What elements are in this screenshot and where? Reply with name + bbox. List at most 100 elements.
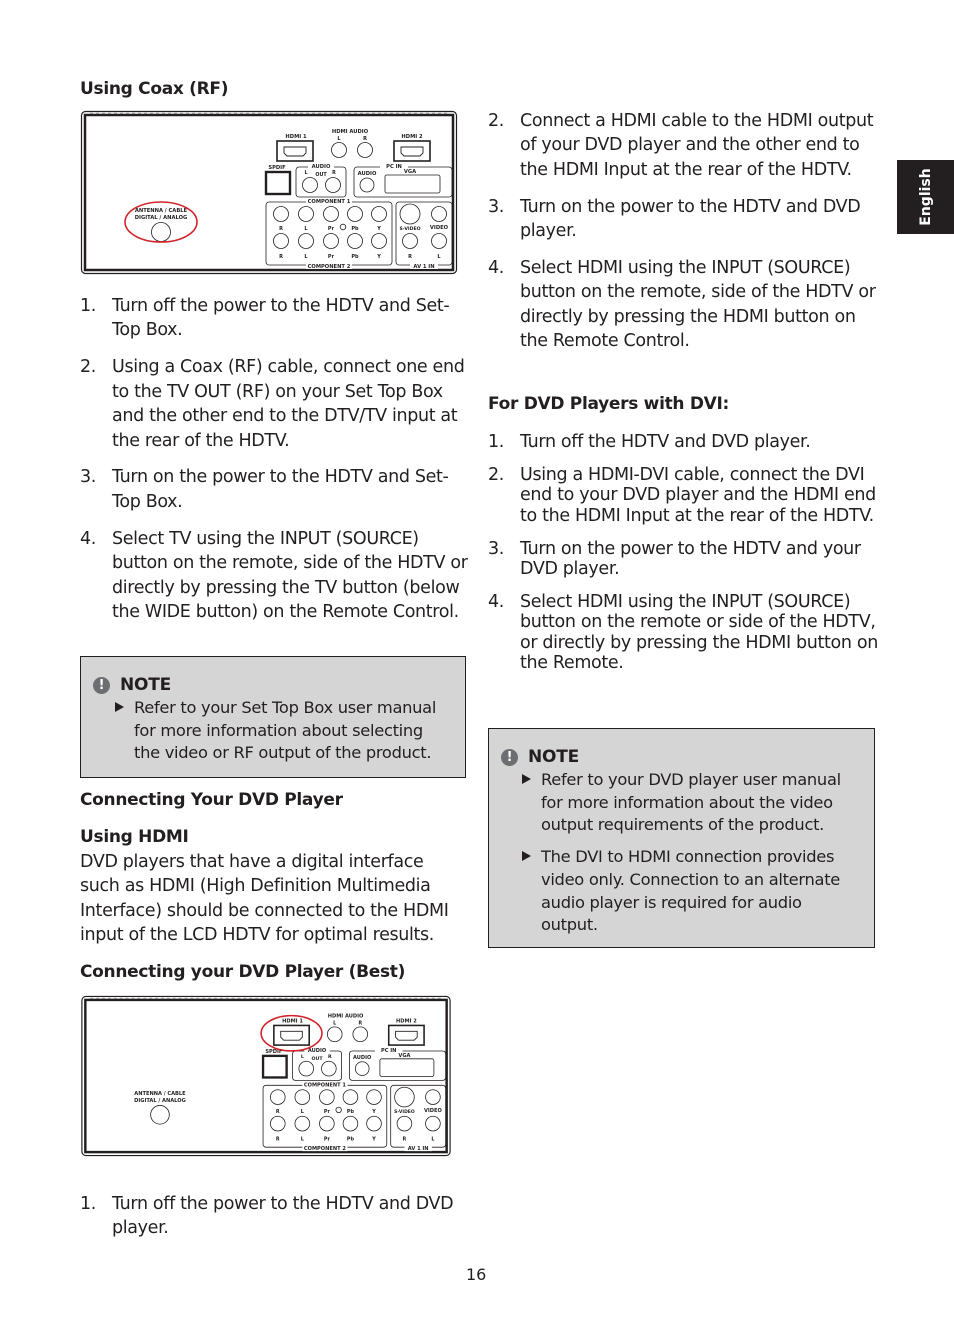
triangle-bullet-icon: [522, 774, 531, 784]
coax-step: 1. Turn off the power to the HDTV and Set…: [80, 294, 470, 343]
svideo-label: S-VIDEO: [399, 226, 420, 232]
component1-jack: [366, 1089, 382, 1105]
av1-r-label: R: [408, 254, 412, 260]
hdmi2-label: HDMI 2: [401, 134, 423, 140]
step-text: Using a HDMI-DVI cable, connect the DVI …: [520, 465, 876, 526]
hdmi-audio-r-jack: [352, 1026, 369, 1043]
component1-jack-label: Pr: [328, 226, 335, 232]
step-text: Turn on the power to the HDTV and your D…: [520, 538, 861, 580]
component1-jack: [323, 206, 339, 222]
av1-in-label: AV 1 IN: [408, 1146, 429, 1152]
step-number: 1.: [488, 432, 504, 452]
hdmi2-label: HDMI 2: [396, 1018, 417, 1024]
dvi-heading: For DVD Players with DVI:: [488, 394, 730, 414]
dvd-heading: Connecting Your DVD Player: [80, 790, 343, 810]
av1-r-jack: [402, 233, 418, 249]
component2-jack-label: R: [276, 1136, 280, 1142]
component1-jack-label: Pr: [324, 1109, 331, 1115]
note-box-dvd: ! NOTE Refer to your DVD player user man…: [488, 728, 875, 948]
vga-label: VGA: [398, 1053, 410, 1059]
step-number: 4.: [80, 528, 96, 549]
best-step-list: 1. Turn off the power to the HDTV and DVD…: [80, 1192, 480, 1241]
step-text: Turn off the HDTV and DVD player.: [520, 432, 811, 452]
video-jack: [425, 1089, 441, 1105]
hdmi-audio-l-jack: [331, 142, 347, 158]
vga-label: VGA: [404, 169, 416, 175]
component1-jack-label: Pb: [351, 226, 359, 232]
hdmi-audio-r-label: R: [358, 1020, 362, 1026]
hdmi-step: 2. Connect a HDMI cable to the HDMI outpu…: [488, 109, 880, 182]
pc-audio-label: AUDIO: [353, 1055, 372, 1061]
component2-jack-label: Y: [371, 1136, 376, 1142]
pc-in-label: PC IN: [386, 164, 402, 170]
best-steps: 1. Turn off the power to the HDTV and DVD…: [80, 1192, 480, 1253]
hdmi-audio-l-label: L: [333, 1020, 336, 1026]
vga-port: [379, 1058, 435, 1077]
exclamation-icon: !: [93, 676, 110, 694]
coax-step-list: 1. Turn off the power to the HDTV and Set…: [80, 294, 470, 624]
language-tab: English: [897, 160, 954, 234]
component2-jack-label: Pb: [351, 254, 359, 260]
step-text: Connect a HDMI cable to the HDMI output …: [520, 111, 874, 180]
component2-jack: [294, 1115, 311, 1132]
svideo-jack: [394, 1086, 415, 1108]
component1-jack: [273, 206, 289, 222]
step-text: Select TV using the INPUT (SOURCE) butto…: [112, 528, 468, 622]
step-number: 4.: [488, 258, 504, 279]
language-tab-label: English: [917, 168, 934, 226]
hdmi-steps: 2. Connect a HDMI cable to the HDMI outpu…: [488, 109, 880, 366]
best-heading: Connecting your DVD Player (Best): [80, 962, 406, 982]
av1-l-jack: [431, 233, 447, 249]
audio-out-label: AUDIO: [308, 1048, 327, 1054]
step-text: Turn off the power to the HDTV and Set-T…: [112, 296, 450, 341]
component1-label: COMPONENT 1: [304, 1082, 346, 1088]
note-item-text: Refer to your DVD player user manual for…: [541, 770, 841, 835]
hdmi-audio-r-jack: [357, 142, 373, 158]
note-header: ! NOTE: [501, 747, 862, 767]
coax-step: 2. Using a Coax (RF) cable, connect one e…: [80, 355, 470, 453]
triangle-bullet-icon: [522, 851, 531, 862]
step-text: Turn off the power to the HDTV and DVD p…: [112, 1194, 454, 1239]
step-text: Select HDMI using the INPUT (SOURCE) but…: [520, 258, 876, 352]
audio-out-label: AUDIO: [312, 164, 331, 170]
coax-step: 4. Select TV using the INPUT (SOURCE) but…: [80, 527, 470, 625]
component2-jack: [366, 1115, 382, 1132]
audio-out-l-label: L: [301, 1054, 304, 1060]
component2-label: COMPONENT 2: [304, 1146, 346, 1152]
pc-audio-label: AUDIO: [358, 171, 377, 177]
antenna-label-line2: DIGITAL / ANALOG: [134, 1098, 186, 1104]
coax-heading: Using Coax (RF): [80, 79, 229, 99]
component2-jack: [323, 233, 339, 249]
hdmi-audio-r-label: R: [363, 136, 367, 142]
component1-jack: [347, 206, 363, 222]
note-title: NOTE: [528, 747, 580, 767]
pc-audio-jack: [354, 1061, 370, 1076]
note-item-text: Refer to your Set Top Box user manual fo…: [134, 698, 437, 763]
video-label: VIDEO: [424, 1108, 443, 1114]
note-item: Refer to your Set Top Box user manual fo…: [115, 697, 451, 765]
spdif-label: SPDIF: [268, 165, 286, 171]
audio-out-r-label: R: [332, 170, 336, 176]
spdif-port: [261, 1054, 288, 1079]
best-step: 1. Turn off the power to the HDTV and DVD…: [80, 1192, 480, 1241]
component2-label: COMPONENT 2: [308, 264, 351, 270]
note-item: Refer to your DVD player user manual for…: [522, 769, 862, 837]
component1-jack: [371, 206, 387, 222]
hdmi2-port: [393, 140, 431, 162]
component1-jack-label: Pb: [347, 1109, 355, 1115]
component1-jack: [319, 1089, 335, 1105]
hdmi-audio-label: HDMI AUDIO: [332, 129, 369, 135]
video-label: VIDEO: [430, 225, 449, 231]
component2-jack: [319, 1115, 335, 1132]
pc-audio-jack: [359, 177, 375, 193]
av1-l-label: L: [431, 1136, 434, 1142]
dvi-step: 2. Using a HDMI-DVI cable, connect the DV…: [488, 465, 880, 526]
component2-jack-label: Pr: [328, 254, 335, 260]
dvi-step: 1. Turn off the HDTV and DVD player.: [488, 432, 880, 452]
step-number: 3.: [488, 538, 504, 559]
exclamation-icon: !: [501, 748, 518, 766]
av1-l-jack: [425, 1115, 441, 1132]
hdmi-step-list: 2. Connect a HDMI cable to the HDMI outpu…: [488, 109, 880, 354]
vga-port: [384, 174, 441, 194]
component1-jack: [298, 206, 314, 222]
